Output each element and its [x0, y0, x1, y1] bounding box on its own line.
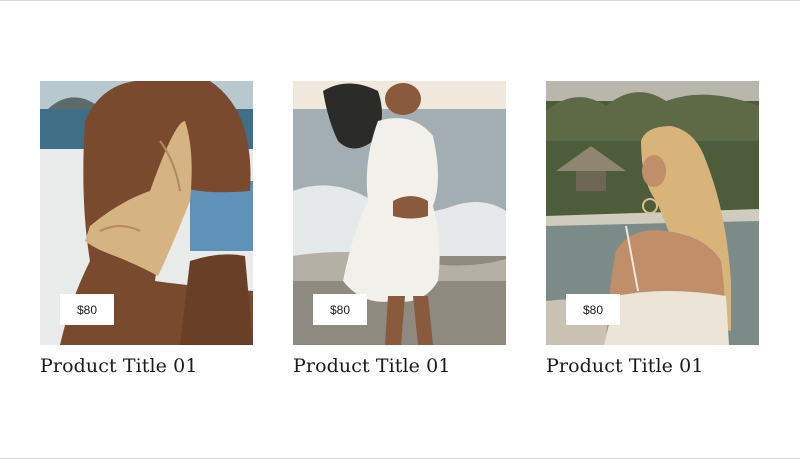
product-card[interactable]: $80 Product Title 01 — [40, 81, 253, 377]
price-badge: $80 — [313, 294, 367, 325]
product-title[interactable]: Product Title 01 — [40, 355, 253, 377]
product-grid: $80 Product Title 01 $80 Product Title 0… — [40, 81, 759, 377]
price-badge: $80 — [60, 294, 114, 325]
product-image[interactable]: $80 — [40, 81, 253, 345]
product-card[interactable]: $80 Product Title 01 — [546, 81, 759, 377]
product-card[interactable]: $80 Product Title 01 — [293, 81, 506, 377]
product-grid-page: $80 Product Title 01 $80 Product Title 0… — [0, 0, 800, 459]
price-badge: $80 — [566, 294, 620, 325]
product-title[interactable]: Product Title 01 — [293, 355, 506, 377]
product-image[interactable]: $80 — [293, 81, 506, 345]
product-image[interactable]: $80 — [546, 81, 759, 345]
product-title[interactable]: Product Title 01 — [546, 355, 759, 377]
